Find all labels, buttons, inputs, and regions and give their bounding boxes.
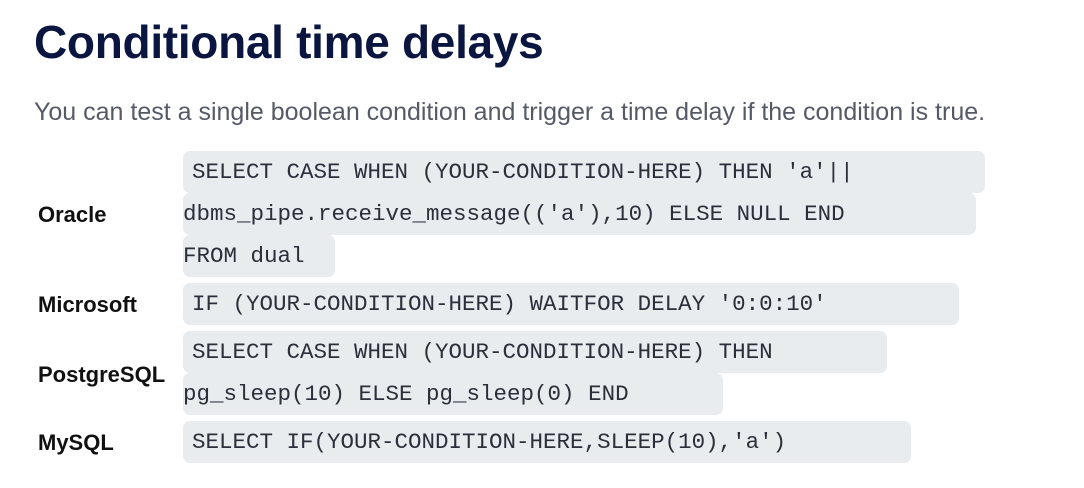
code-line-mysql-1: SELECT IF(YOUR-CONDITION-HERE,SLEEP(10),… <box>183 421 911 463</box>
page-title: Conditional time delays <box>34 16 544 68</box>
db-label-postgresql: PostgreSQL <box>38 362 166 387</box>
intro-paragraph: You can test a single boolean condition … <box>34 98 986 126</box>
code-line-oracle-1: SELECT CASE WHEN (YOUR-CONDITION-HERE) T… <box>183 151 985 193</box>
code-line-microsoft-1: IF (YOUR-CONDITION-HERE) WAITFOR DELAY '… <box>183 283 959 325</box>
db-label-microsoft: Microsoft <box>38 292 137 317</box>
code-line-postgresql-2: pg_sleep(10) ELSE pg_sleep(0) END <box>183 373 723 415</box>
code-line-postgresql-1: SELECT CASE WHEN (YOUR-CONDITION-HERE) T… <box>183 331 887 373</box>
code-line-oracle-2: dbms_pipe.receive_message(('a'),10) ELSE… <box>183 193 976 235</box>
db-label-oracle: Oracle <box>38 202 107 227</box>
db-label-mysql: MySQL <box>38 430 114 455</box>
code-line-oracle-3: FROM dual <box>183 235 335 277</box>
